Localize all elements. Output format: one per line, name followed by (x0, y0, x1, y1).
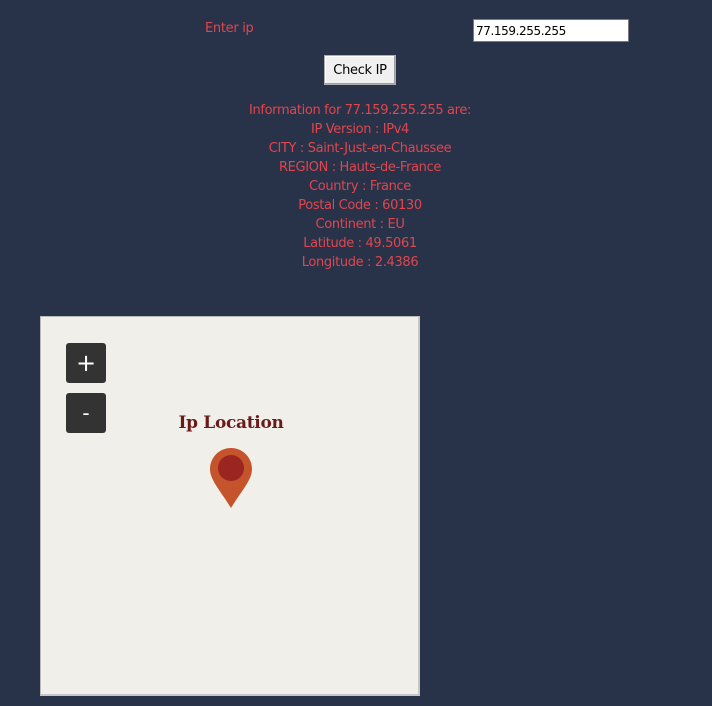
info-region: REGION : Hauts-de-France (278, 160, 442, 175)
info-postal-code: Postal Code : 60130 (298, 198, 422, 213)
info-longitude: Longitude : 2.4386 (301, 255, 419, 270)
map-panel[interactable]: + - Ip Location (40, 316, 420, 696)
pin-inner (218, 455, 244, 481)
ip-info-block: Information for 77.159.255.255 are: IP V… (180, 101, 540, 272)
map-marker-label: Ip Location (178, 413, 284, 433)
info-heading: Information for 77.159.255.255 are: (248, 103, 472, 118)
ip-input[interactable] (473, 19, 629, 42)
info-ip-version: IP Version : IPv4 (311, 122, 409, 137)
check-ip-button[interactable]: Check IP (324, 55, 396, 85)
info-latitude: Latitude : 49.5061 (303, 236, 417, 251)
info-city: CITY : Saint-Just-en-Chaussee (268, 141, 452, 156)
info-country: Country : France (309, 179, 411, 194)
info-continent: Continent : EU (315, 217, 405, 232)
enter-ip-label: Enter ip (205, 21, 254, 36)
zoom-in-button[interactable]: + (66, 343, 106, 383)
map-pin-icon[interactable] (208, 446, 254, 510)
